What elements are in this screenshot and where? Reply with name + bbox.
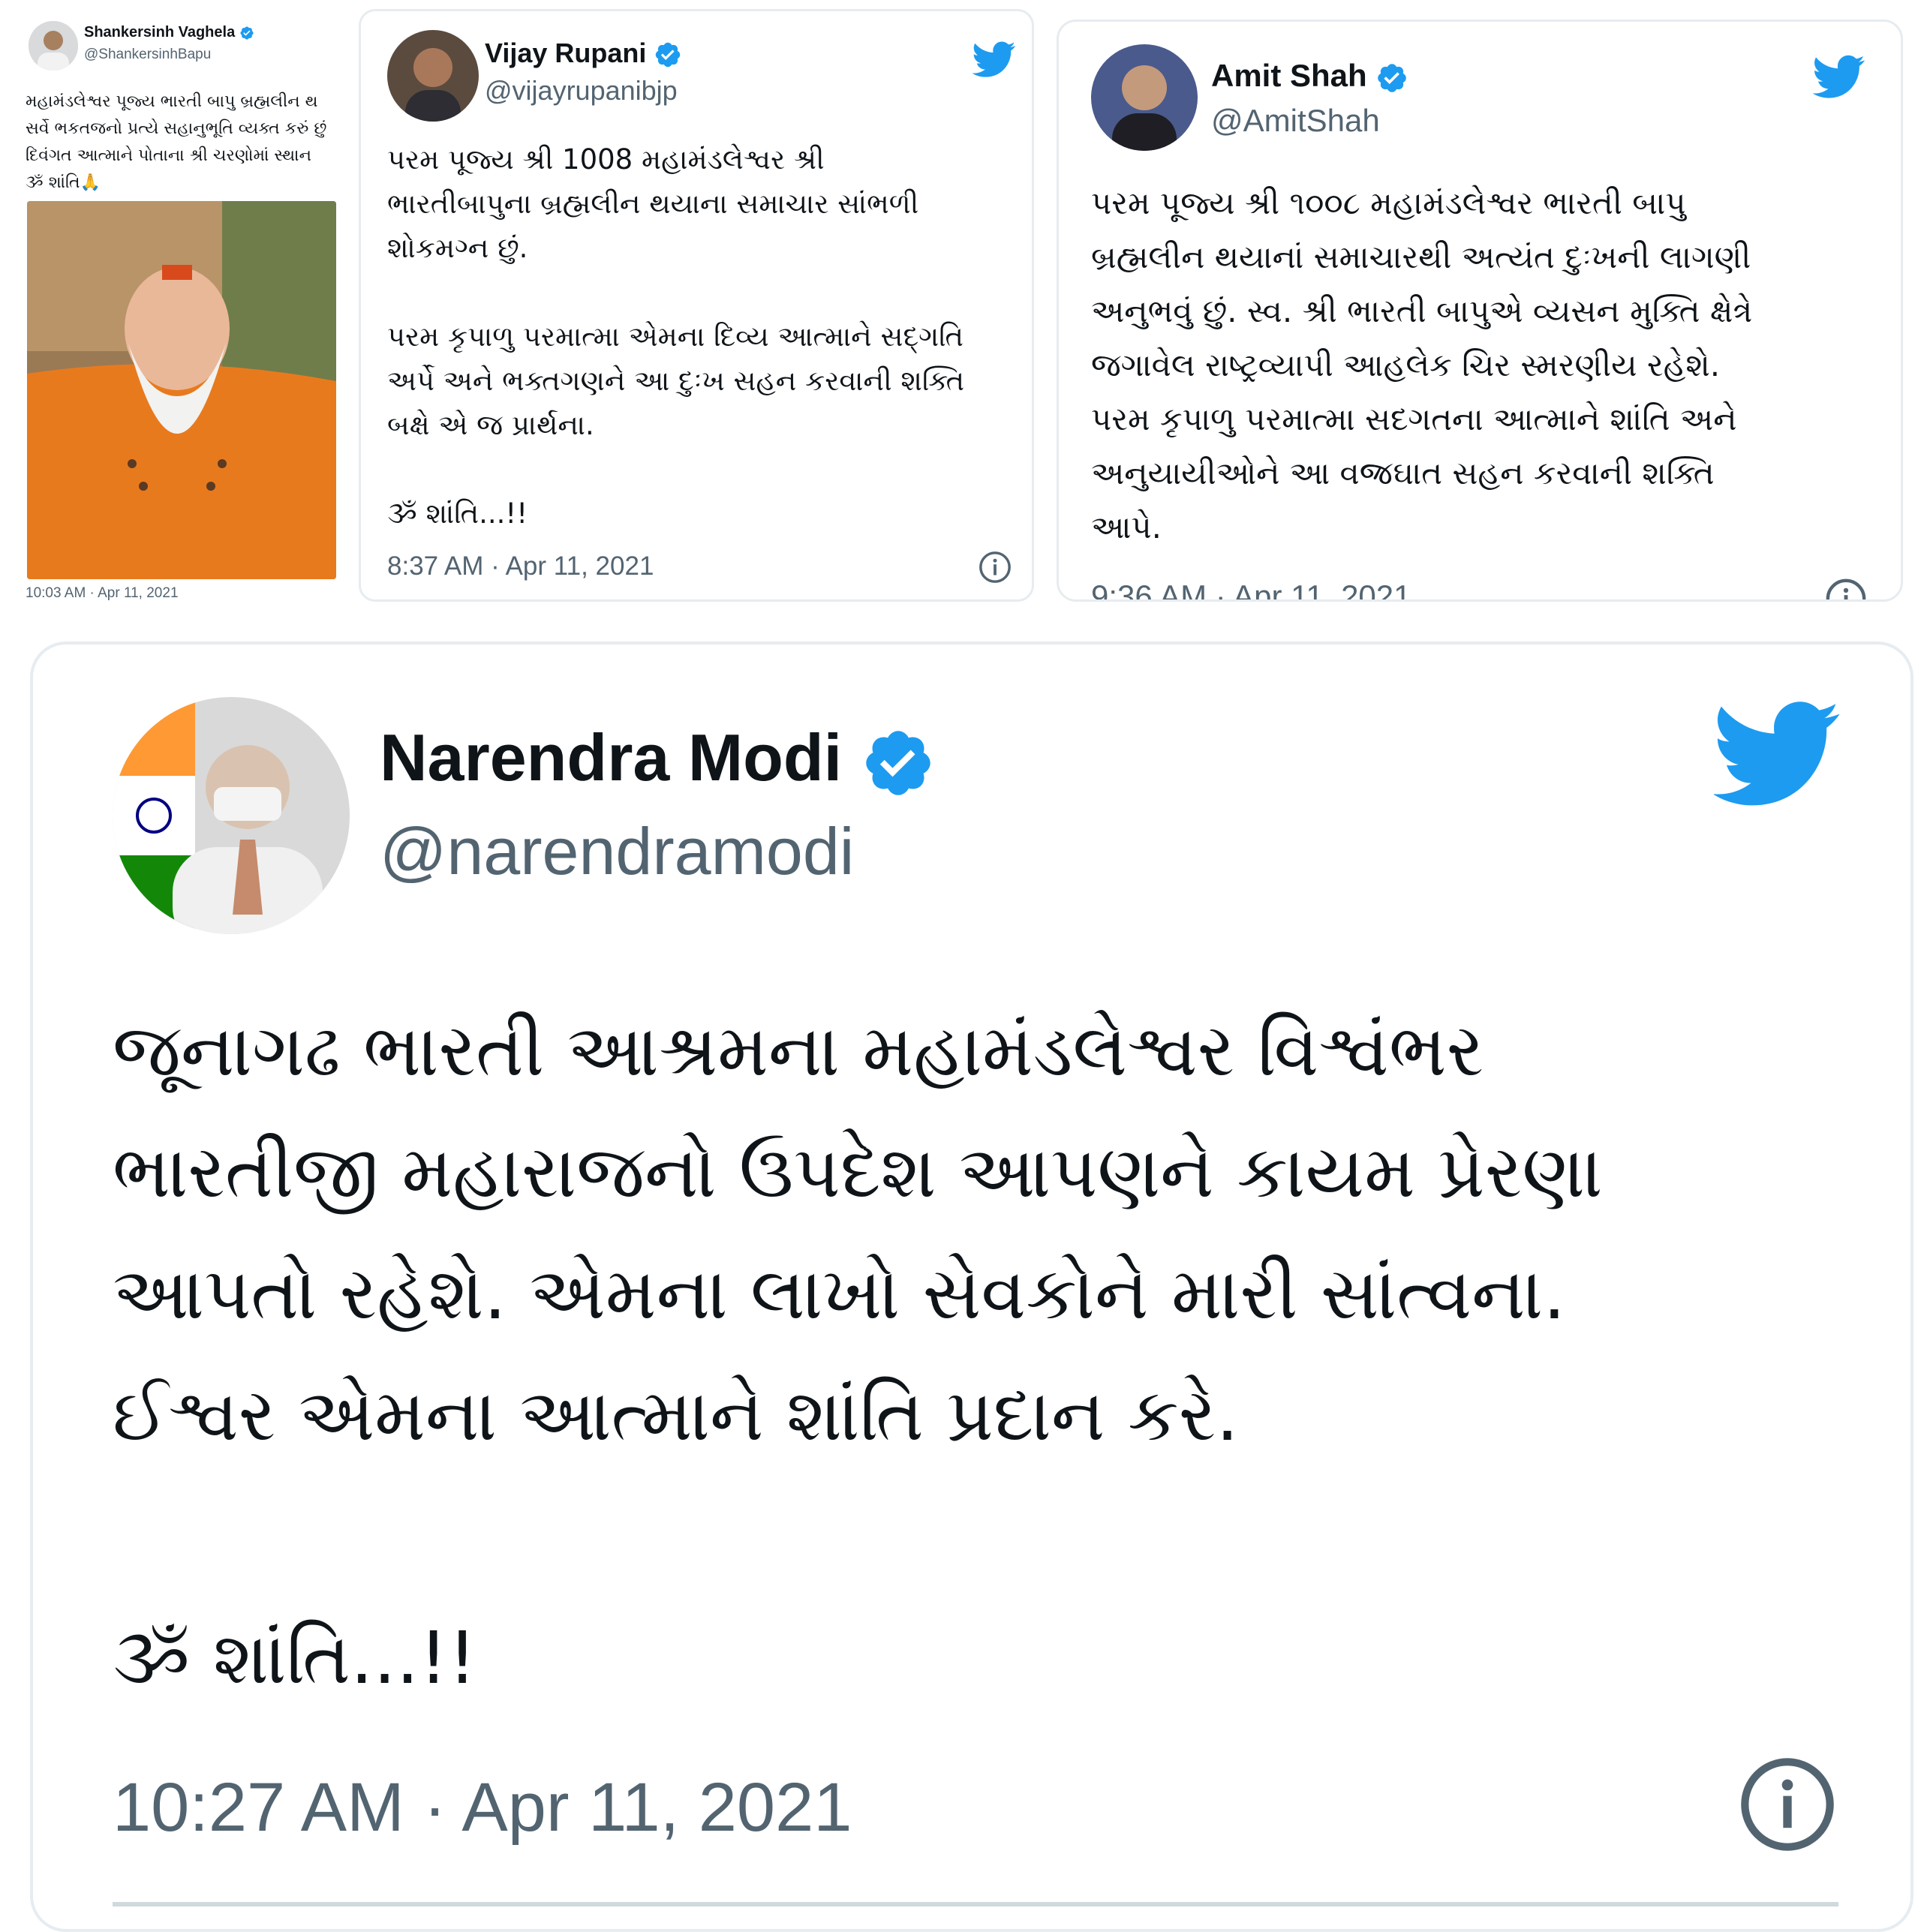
tweet-text: પરમ પૂજ્ય શ્રી 1008 મહામંડલેશ્વર શ્રી ભા… (387, 143, 965, 530)
info-icon[interactable] (1824, 577, 1868, 602)
tweet-text: પરમ પૂજ્ય શ્રી ૧૦૦૮ મહામંડલેશ્વર ભારતી બ… (1091, 185, 1753, 545)
twitter-bird-icon[interactable] (973, 38, 1016, 81)
author-name[interactable]: Narendra Modi (380, 720, 936, 801)
tweet-photo[interactable] (27, 201, 336, 579)
author-handle[interactable]: @vijayrupanibjp (485, 75, 678, 107)
tweet-card-amit: Amit Shah @AmitShah પરમ પૂજ્ય શ્રી ૧૦૦૮ … (1057, 20, 1903, 602)
tweet-timestamp[interactable]: 9:36 AM · Apr 11, 2021 (1091, 578, 1411, 599)
tweet-timestamp[interactable]: 10:27 AM · Apr 11, 2021 (113, 1768, 852, 1847)
divider (113, 1902, 1838, 1906)
tweet-text: જૂનાગઢ ભારતી આશ્રમના મહામંડલેશ્વર વિશ્વં… (113, 1008, 1603, 1700)
author-name[interactable]: Amit Shah (1211, 58, 1408, 95)
info-icon[interactable] (1736, 1753, 1838, 1855)
avatar[interactable] (387, 30, 479, 122)
tweet-card-modi: Narendra Modi @narendramodi જૂનાગઢ ભારતી… (30, 641, 1913, 1932)
tweet-card-vijay: Vijay Rupani @vijayrupanibjp પરમ પૂજ્ય શ… (359, 9, 1034, 602)
avatar[interactable] (113, 697, 350, 934)
author-handle[interactable]: @ShankersinhBapu (84, 47, 211, 63)
monk-photo (27, 201, 336, 579)
author-name[interactable]: Vijay Rupani (485, 38, 682, 69)
verified-badge-icon (861, 726, 936, 801)
twitter-bird-icon[interactable] (1813, 50, 1865, 103)
tweet-text: મહામંડલેશ્વર પૂજ્ય ભારતી બાપુ બ્રહ્મલીન … (26, 92, 327, 192)
author-handle[interactable]: @AmitShah (1211, 103, 1380, 139)
verified-badge-icon (239, 26, 254, 41)
avatar[interactable] (29, 21, 78, 71)
twitter-bird-icon[interactable] (1714, 690, 1841, 817)
author-handle[interactable]: @narendramodi (380, 813, 854, 890)
author-name-text[interactable]: Shankersinh Vaghela (84, 24, 235, 41)
tweet-timestamp[interactable]: 10:03 AM · Apr 11, 2021 (26, 585, 179, 600)
avatar[interactable] (1091, 44, 1198, 151)
tweet-card-shankersinh: Shankersinh Vaghela @ShankersinhBapu મહા… (15, 8, 345, 600)
verified-badge-icon (1375, 62, 1408, 95)
verified-badge-icon (654, 41, 682, 69)
author-name-text[interactable]: Vijay Rupani (485, 38, 646, 68)
author-name-text[interactable]: Narendra Modi (380, 720, 842, 795)
divider (387, 599, 1014, 602)
tweet-timestamp[interactable]: 8:37 AM · Apr 11, 2021 (387, 551, 654, 581)
author-name[interactable]: Shankersinh Vaghela (84, 24, 254, 41)
info-icon[interactable] (978, 550, 1012, 584)
author-name-text[interactable]: Amit Shah (1211, 58, 1367, 93)
